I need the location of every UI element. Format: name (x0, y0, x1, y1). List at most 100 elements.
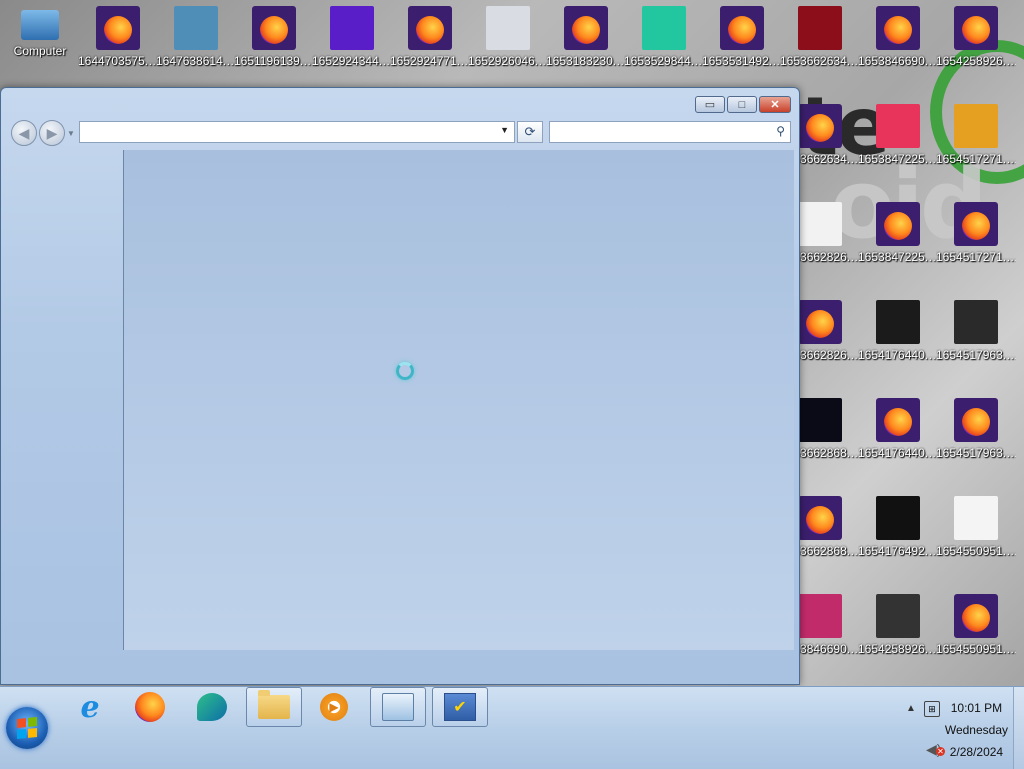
chevron-down-icon[interactable]: ▼ (500, 125, 509, 135)
clock-date: 2/28/2024 (949, 745, 1004, 759)
recent-pages-dropdown[interactable]: ▼ (67, 129, 75, 138)
firefox-icon (135, 692, 165, 722)
firefox-file-icon (564, 6, 608, 50)
desktop-icon-label: 1654517271.… (936, 250, 1016, 264)
busy-spinner-icon (396, 362, 414, 380)
address-bar[interactable]: ▼ (79, 121, 515, 143)
desktop-icon-label: 1654550951.… (936, 544, 1016, 558)
desktop-icon-file[interactable]: 1654258926.… (936, 0, 1016, 96)
desktop-icon-file[interactable]: 1654176492.… (858, 490, 938, 586)
desktop-icon-label: 1653662634.… (780, 54, 860, 68)
search-input[interactable]: ⚲ (549, 121, 791, 143)
desktop-icon-computer[interactable]: Computer (0, 0, 80, 96)
clock-time: 10:01 PM (950, 701, 1003, 715)
image-thumbnail-icon (798, 398, 842, 442)
desktop-icon-file[interactable]: 1653847225.… (858, 196, 938, 292)
image-thumbnail-icon (954, 104, 998, 148)
desktop-icon-file[interactable]: 1654517271.… (936, 98, 1016, 194)
desktop-icon-file[interactable]: 1654176440.… (858, 392, 938, 488)
refresh-button[interactable]: ⟳ (517, 121, 543, 143)
desktop-icon-file[interactable]: 1654517963.… (936, 294, 1016, 390)
details-pane (7, 656, 793, 678)
desktop-icon-file[interactable]: 1647638614.… (156, 0, 236, 96)
firefox-file-icon (876, 6, 920, 50)
windows-logo-icon (17, 716, 37, 740)
network-icon[interactable]: ⊞ (924, 701, 940, 717)
browser-icon (197, 693, 227, 721)
close-button[interactable]: ✕ (759, 96, 791, 113)
show-desktop-button[interactable] (1013, 687, 1024, 769)
firefox-file-icon (954, 6, 998, 50)
desktop-icon-file[interactable]: 1651196139.… (234, 0, 314, 96)
taskbar: e ▶ ✔ ▲ ⊞ ◀) ✕ 10:01 PM Wednesday 2/28/2… (0, 686, 1024, 769)
taskbar-action-center-button[interactable]: ✔ (432, 687, 488, 727)
desktop-icon-file[interactable]: 1654517963.… (936, 392, 1016, 488)
desktop-icon-label: 1653531492.… (702, 54, 782, 68)
firefox-file-icon (876, 202, 920, 246)
taskbar-browser-button[interactable] (184, 687, 240, 727)
desktop-icon-file[interactable]: 1644703575.… (78, 0, 158, 96)
desktop-icon-file[interactable]: 1654550951.… (936, 588, 1016, 684)
firefox-file-icon (954, 202, 998, 246)
maximize-button[interactable]: □ (727, 96, 757, 113)
taskbar-media-player-button[interactable]: ▶ (306, 687, 362, 727)
taskbar-firefox-button[interactable] (122, 687, 178, 727)
notification-area: ▲ ⊞ ◀) ✕ 10:01 PM Wednesday 2/28/2024 (874, 687, 1024, 769)
back-button[interactable]: ◀ (11, 120, 37, 146)
desktop-icon-label: 1654176440.… (858, 446, 938, 460)
taskbar-control-panel-button[interactable] (370, 687, 426, 727)
desktop-icon-label: 1652924344.… (312, 54, 392, 68)
show-hidden-icons-button[interactable]: ▲ (906, 703, 916, 714)
explorer-window[interactable]: ▭ □ ✕ ◀ ▶ ▼ ▼ ⟳ ⚲ (0, 87, 800, 685)
desktop-icon-file[interactable]: 1653529844.… (624, 0, 704, 96)
image-thumbnail-icon (798, 202, 842, 246)
desktop-icon-file[interactable]: 1652924344.… (312, 0, 392, 96)
image-thumbnail-icon (486, 6, 530, 50)
desktop-icon-label: 1653183230.… (546, 54, 626, 68)
firefox-file-icon (798, 300, 842, 344)
desktop-icon-label: 1654176440.… (858, 348, 938, 362)
desktop-icon-file[interactable]: 1653847225.… (858, 98, 938, 194)
image-thumbnail-icon (954, 300, 998, 344)
firefox-file-icon (798, 496, 842, 540)
desktop-icon-file[interactable]: 1653183230.… (546, 0, 626, 96)
desktop-icon-file[interactable]: 1654176440.… (858, 294, 938, 390)
image-thumbnail-icon (876, 104, 920, 148)
folder-icon (258, 690, 290, 719)
desktop-icon-file[interactable]: 1654517271.… (936, 196, 1016, 292)
desktop-icon-label: 1653529844.… (624, 54, 704, 68)
computer-icon (21, 10, 59, 40)
navigation-pane[interactable] (7, 150, 123, 650)
taskbar-explorer-button[interactable] (246, 687, 302, 727)
desktop-icon-file[interactable]: 1652924771.… (390, 0, 470, 96)
desktop-icon-label: 1647638614.… (156, 54, 236, 68)
desktop-icon-label: 1654258926.… (936, 54, 1016, 68)
desktop-icon-file[interactable]: 1654258926.… (858, 588, 938, 684)
desktop-icon-label: 1651196139.… (234, 54, 314, 68)
search-icon[interactable]: ⚲ (776, 124, 785, 138)
content-pane[interactable] (123, 150, 794, 650)
forward-button[interactable]: ▶ (39, 120, 65, 146)
firefox-file-icon (96, 6, 140, 50)
taskbar-ie-button[interactable]: e (62, 687, 118, 727)
firefox-file-icon (720, 6, 764, 50)
clock-day: Wednesday (944, 723, 1008, 737)
image-thumbnail-icon (876, 594, 920, 638)
desktop-icon-label: 1654517963.… (936, 348, 1016, 362)
desktop-icon-file[interactable]: 1653531492.… (702, 0, 782, 96)
desktop-icon-file[interactable]: 1653662634.… (780, 0, 860, 96)
desktop-icon-file[interactable]: 1652926046.… (468, 0, 548, 96)
desktop-icon-label: 1652924771.… (390, 54, 470, 68)
image-thumbnail-icon (798, 594, 842, 638)
minimize-button[interactable]: ▭ (695, 96, 725, 113)
desktop-icon-file[interactable]: 1653846690.… (858, 0, 938, 96)
firefox-file-icon (954, 398, 998, 442)
desktop-icon-label: 1654517963.… (936, 446, 1016, 460)
desktop-icon-file[interactable]: 1654550951.… (936, 490, 1016, 586)
internet-explorer-icon: e (80, 689, 100, 725)
mute-x-icon: ✕ (936, 747, 945, 756)
start-button[interactable] (6, 707, 48, 749)
clock[interactable]: 10:01 PM Wednesday 2/28/2024 (945, 697, 1008, 763)
checkmark-icon: ✔ (444, 693, 476, 721)
desktop-icon-label: 1654550951.… (936, 642, 1016, 656)
